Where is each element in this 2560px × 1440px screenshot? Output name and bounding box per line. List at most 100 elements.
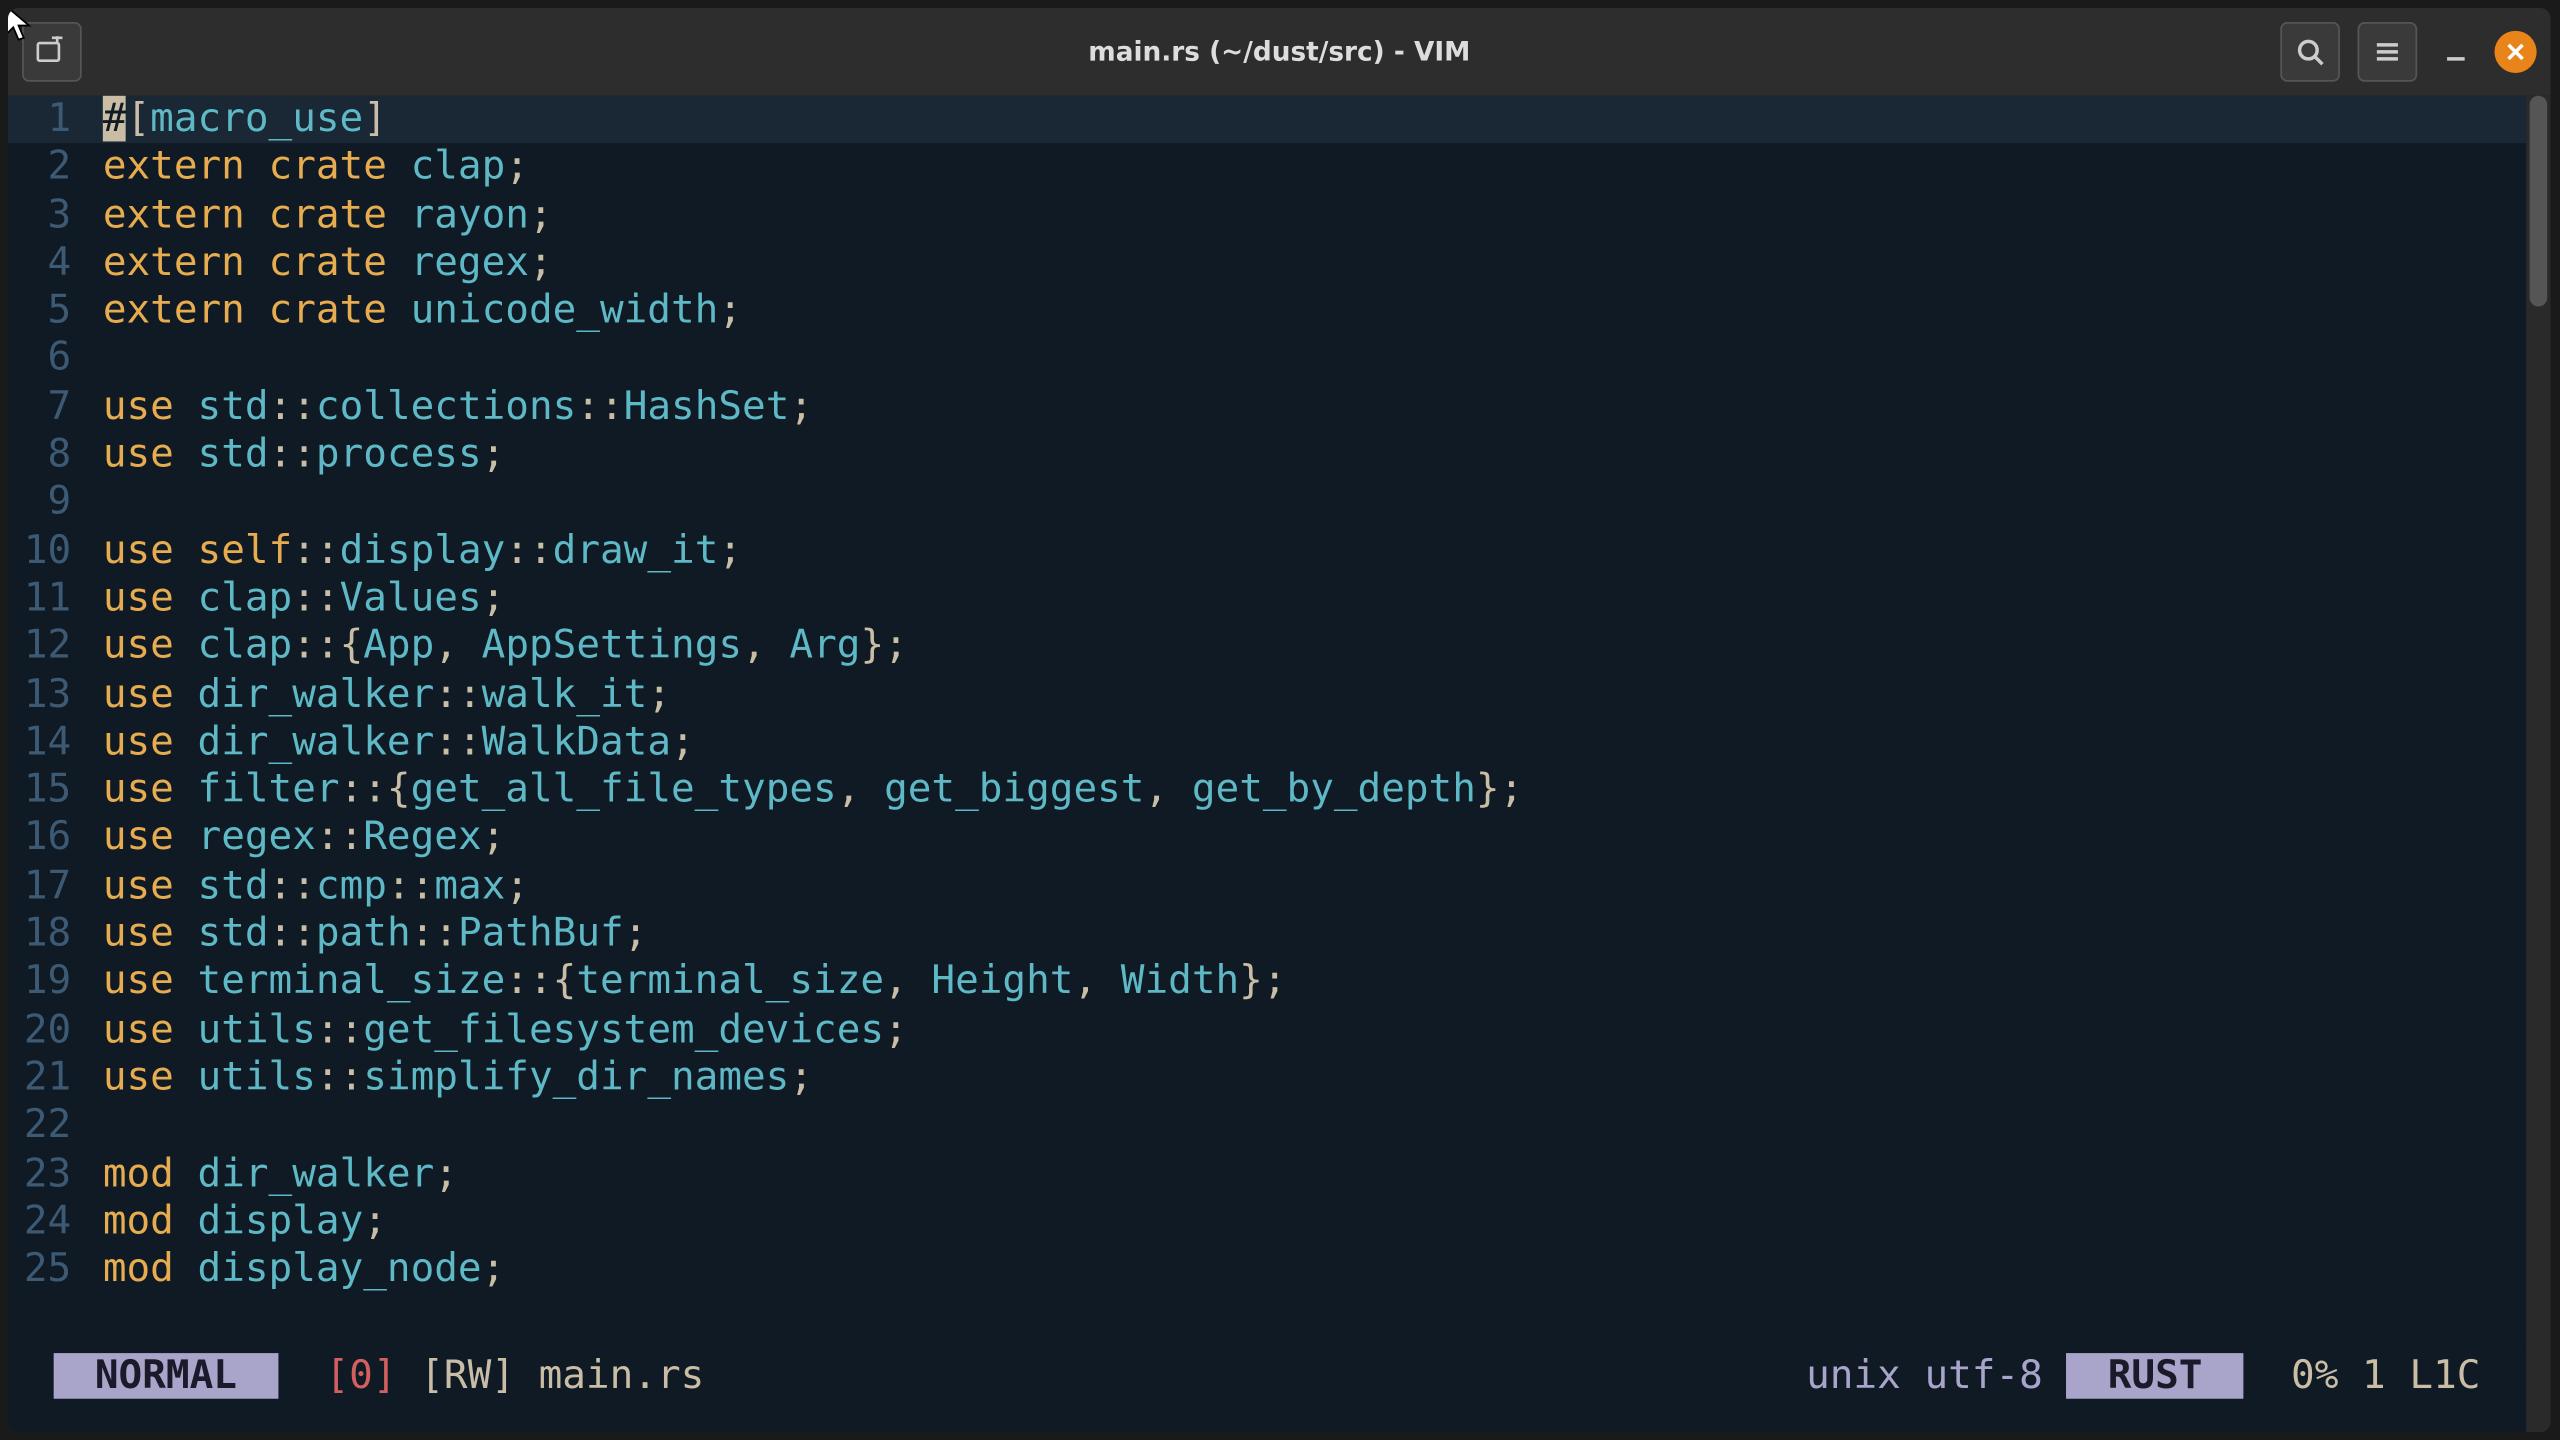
code-line[interactable]: 17use std::cmp::max; (8, 863, 2526, 911)
line-number: 14 (8, 719, 82, 767)
code-line[interactable]: 22 (8, 1102, 2526, 1150)
code-content: use clap::Values; (82, 575, 506, 623)
code-line[interactable]: 19use terminal_size::{terminal_size, Hei… (8, 959, 2526, 1007)
line-number: 17 (8, 863, 82, 911)
code-content: use std::cmp::max; (82, 863, 529, 911)
line-number: 16 (8, 815, 82, 863)
code-content: use std::path::PathBuf; (82, 911, 648, 959)
code-content: extern crate rayon; (82, 192, 553, 240)
status-encoding: utf-8 (1924, 1353, 2042, 1399)
code-line[interactable]: 14use dir_walker::WalkData; (8, 719, 2526, 767)
status-percent: 0% (2291, 1353, 2338, 1399)
code-line[interactable]: 5extern crate unicode_width; (8, 288, 2526, 336)
code-line[interactable]: 12use clap::{App, AppSettings, Arg}; (8, 623, 2526, 671)
code-line[interactable]: 8use std::process; (8, 431, 2526, 479)
code-content: #[macro_use] (82, 96, 387, 144)
code-content: use utils::simplify_dir_names; (82, 1054, 813, 1102)
code-line[interactable]: 7use std::collections::HashSet; (8, 383, 2526, 431)
code-content: mod display_node; (82, 1246, 506, 1294)
status-rw: [RW] (420, 1353, 515, 1399)
search-icon (2296, 38, 2324, 66)
line-number: 7 (8, 383, 82, 431)
code-content: use regex::Regex; (82, 815, 506, 863)
status-language: RUST (2066, 1353, 2243, 1399)
code-line[interactable]: 23mod dir_walker; (8, 1150, 2526, 1198)
line-number: 25 (8, 1246, 82, 1294)
terminal-window: main.rs (~/dust/src) - VIM (8, 8, 2551, 1432)
code-content: use std::process; (82, 431, 506, 479)
code-line[interactable]: 18use std::path::PathBuf; (8, 911, 2526, 959)
code-line[interactable]: 11use clap::Values; (8, 575, 2526, 623)
code-line[interactable]: 2extern crate clap; (8, 144, 2526, 192)
code-content: use utils::get_filesystem_devices; (82, 1007, 908, 1055)
code-line[interactable]: 3extern crate rayon; (8, 192, 2526, 240)
line-number: 1 (8, 96, 82, 144)
code-content: use dir_walker::walk_it; (82, 671, 671, 719)
close-icon (2505, 41, 2526, 62)
window-title: main.rs (~/dust/src) - VIM (8, 36, 2551, 68)
code-line[interactable]: 10use self::display::draw_it; (8, 527, 2526, 575)
line-number: 23 (8, 1150, 82, 1198)
code-content: use filter::{get_all_file_types, get_big… (82, 767, 1524, 815)
title-bar: main.rs (~/dust/src) - VIM (8, 8, 2551, 96)
vim-mode: NORMAL (54, 1353, 278, 1399)
code-content: use clap::{App, AppSettings, Arg}; (82, 623, 908, 671)
scrollbar-thumb[interactable] (2530, 96, 2548, 307)
code-content: mod display; (82, 1198, 387, 1246)
new-tab-button[interactable] (22, 22, 82, 82)
line-number: 21 (8, 1054, 82, 1102)
code-content: use self::display::draw_it; (82, 527, 742, 575)
code-line[interactable]: 20use utils::get_filesystem_devices; (8, 1007, 2526, 1055)
status-filename: main.rs (539, 1353, 705, 1399)
line-number: 9 (8, 479, 82, 527)
editor-area[interactable]: 1#[macro_use]2extern crate clap;3extern … (8, 96, 2526, 1352)
close-button[interactable] (2494, 31, 2536, 73)
code-line[interactable]: 21use utils::simplify_dir_names; (8, 1054, 2526, 1102)
status-fileformat: unix (1806, 1353, 1901, 1399)
code-content (82, 1102, 103, 1150)
code-line[interactable]: 25mod display_node; (8, 1246, 2526, 1294)
line-number: 3 (8, 192, 82, 240)
code-content (82, 335, 103, 383)
status-bar: NORMAL [0] [RW] main.rs unix utf-8 RUST … (8, 1351, 2526, 1400)
search-button[interactable] (2280, 22, 2340, 82)
code-content: extern crate unicode_width; (82, 288, 742, 336)
command-line-area[interactable] (8, 1401, 2526, 1433)
line-number: 15 (8, 767, 82, 815)
hamburger-icon (2373, 38, 2401, 66)
code-line[interactable]: 4extern crate regex; (8, 240, 2526, 288)
minimize-button[interactable] (2435, 31, 2477, 73)
line-number: 18 (8, 911, 82, 959)
menu-button[interactable] (2358, 22, 2418, 82)
status-line: 1 (2362, 1353, 2386, 1399)
scrollbar[interactable] (2526, 96, 2551, 1432)
code-line[interactable]: 6 (8, 335, 2526, 383)
line-number: 4 (8, 240, 82, 288)
line-number: 11 (8, 575, 82, 623)
minimize-icon (2444, 40, 2469, 65)
code-content: use std::collections::HashSet; (82, 383, 813, 431)
code-line[interactable]: 24mod display; (8, 1198, 2526, 1246)
code-line[interactable]: 9 (8, 479, 2526, 527)
line-number: 5 (8, 288, 82, 336)
line-number: 24 (8, 1198, 82, 1246)
code-line[interactable]: 16use regex::Regex; (8, 815, 2526, 863)
code-content: extern crate regex; (82, 240, 553, 288)
line-number: 2 (8, 144, 82, 192)
line-number: 20 (8, 1007, 82, 1055)
code-content (82, 479, 103, 527)
status-counter: [0] (326, 1353, 397, 1399)
code-line[interactable]: 15use filter::{get_all_file_types, get_b… (8, 767, 2526, 815)
code-content: extern crate clap; (82, 144, 529, 192)
line-number: 12 (8, 623, 82, 671)
code-line[interactable]: 1#[macro_use] (8, 96, 2526, 144)
line-number: 10 (8, 527, 82, 575)
new-tab-icon (36, 36, 68, 68)
code-content: use dir_walker::WalkData; (82, 719, 695, 767)
code-line[interactable]: 13use dir_walker::walk_it; (8, 671, 2526, 719)
status-col: L1C (2409, 1353, 2480, 1399)
code-content: use terminal_size::{terminal_size, Heigh… (82, 959, 1287, 1007)
line-number: 22 (8, 1102, 82, 1150)
line-number: 19 (8, 959, 82, 1007)
line-number: 13 (8, 671, 82, 719)
